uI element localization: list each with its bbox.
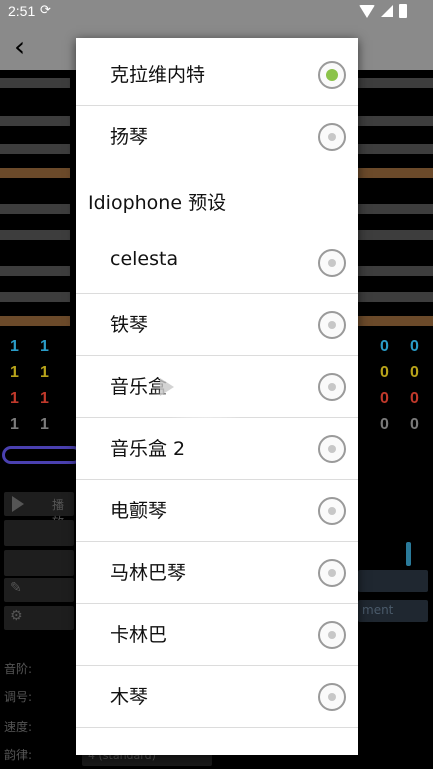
list-item[interactable]: 木琴 — [76, 666, 358, 728]
label-key: 调号: — [4, 690, 33, 704]
radio-selected-icon[interactable] — [318, 61, 346, 89]
instrument-preset-dialog: 克拉维内特 扬琴 Idiophone 预设 celesta 铁琴 音乐盒 音乐盒… — [76, 38, 358, 755]
item-label: 电颤琴 — [110, 500, 168, 522]
item-label: 马林巴琴 — [110, 562, 187, 584]
item-label: 音乐盒 2 — [110, 438, 186, 460]
right-dropdown[interactable] — [358, 570, 428, 592]
status-time: 2:51 — [8, 3, 36, 19]
grid-cell: 1 — [10, 390, 19, 407]
slider-handle[interactable] — [406, 542, 411, 566]
side-button[interactable] — [4, 520, 74, 546]
label-rhythm: 韵律: — [4, 748, 33, 762]
sync-icon: ⟳ — [40, 3, 51, 18]
item-label: 克拉维内特 — [110, 64, 206, 86]
item-label: 木琴 — [110, 686, 149, 708]
grid-cell: 0 — [410, 364, 419, 381]
item-label: 卡林巴 — [110, 624, 168, 646]
list-item[interactable]: 音乐盒 2 — [76, 418, 358, 480]
radio-icon[interactable] — [318, 249, 346, 277]
play-icon — [12, 496, 24, 512]
grid-cell: 0 — [410, 390, 419, 407]
battery-icon — [399, 4, 407, 18]
grid-cell: 0 — [410, 416, 419, 433]
list-item[interactable]: celesta — [76, 232, 358, 294]
status-icons — [359, 4, 407, 18]
pencil-icon: ✎ — [10, 580, 22, 596]
label-tempo: 速度: — [4, 720, 33, 734]
item-label: 扬琴 — [110, 126, 149, 148]
item-label: 铁琴 — [110, 314, 149, 336]
grid-cell: 0 — [380, 390, 389, 407]
list-item[interactable]: 卡林巴 — [76, 604, 358, 666]
cellular-icon — [381, 5, 393, 17]
edit-button[interactable]: ✎ — [4, 578, 74, 602]
grid-cell: 1 — [10, 416, 19, 433]
right-button[interactable]: ment — [358, 600, 428, 622]
grid-cell: 1 — [40, 338, 49, 355]
radio-icon[interactable] — [318, 311, 346, 339]
radio-icon[interactable] — [318, 435, 346, 463]
grid-cell: 0 — [380, 338, 389, 355]
label-scale: 音阶: — [4, 662, 33, 676]
gear-icon: ⚙ — [10, 608, 23, 624]
list-item[interactable]: 马林巴琴 — [76, 542, 358, 604]
grid-cell: 1 — [10, 338, 19, 355]
radio-icon[interactable] — [318, 683, 346, 711]
play-button[interactable]: 播放 — [4, 492, 74, 529]
list-item[interactable]: 电颤琴 — [76, 480, 358, 542]
grid-cell: 1 — [40, 364, 49, 381]
grid-cell: 0 — [410, 338, 419, 355]
back-arrow-icon[interactable]: ‹ — [14, 30, 25, 63]
right-button-label: ment — [362, 603, 394, 617]
section-title: Idiophone 预设 — [88, 192, 227, 214]
list-item[interactable]: 铁琴 — [76, 294, 358, 356]
list-item[interactable]: 克拉维内特 — [76, 44, 358, 106]
radio-icon[interactable] — [318, 621, 346, 649]
radio-icon[interactable] — [318, 373, 346, 401]
wifi-icon — [359, 4, 375, 18]
grid-cell: 0 — [380, 416, 389, 433]
radio-icon[interactable] — [318, 497, 346, 525]
selection-bar — [2, 446, 82, 464]
radio-icon[interactable] — [318, 123, 346, 151]
grid-cell: 1 — [40, 390, 49, 407]
list-item[interactable]: 扬琴 — [76, 106, 358, 168]
item-label: celesta — [110, 248, 179, 270]
side-button[interactable] — [4, 550, 74, 576]
radio-icon[interactable] — [318, 559, 346, 587]
grid-cell: 1 — [10, 364, 19, 381]
settings-button[interactable]: ⚙ — [4, 606, 74, 630]
grid-cell: 1 — [40, 416, 49, 433]
status-bar: 2:51 ⟳ — [0, 0, 433, 24]
grid-cell: 0 — [380, 364, 389, 381]
